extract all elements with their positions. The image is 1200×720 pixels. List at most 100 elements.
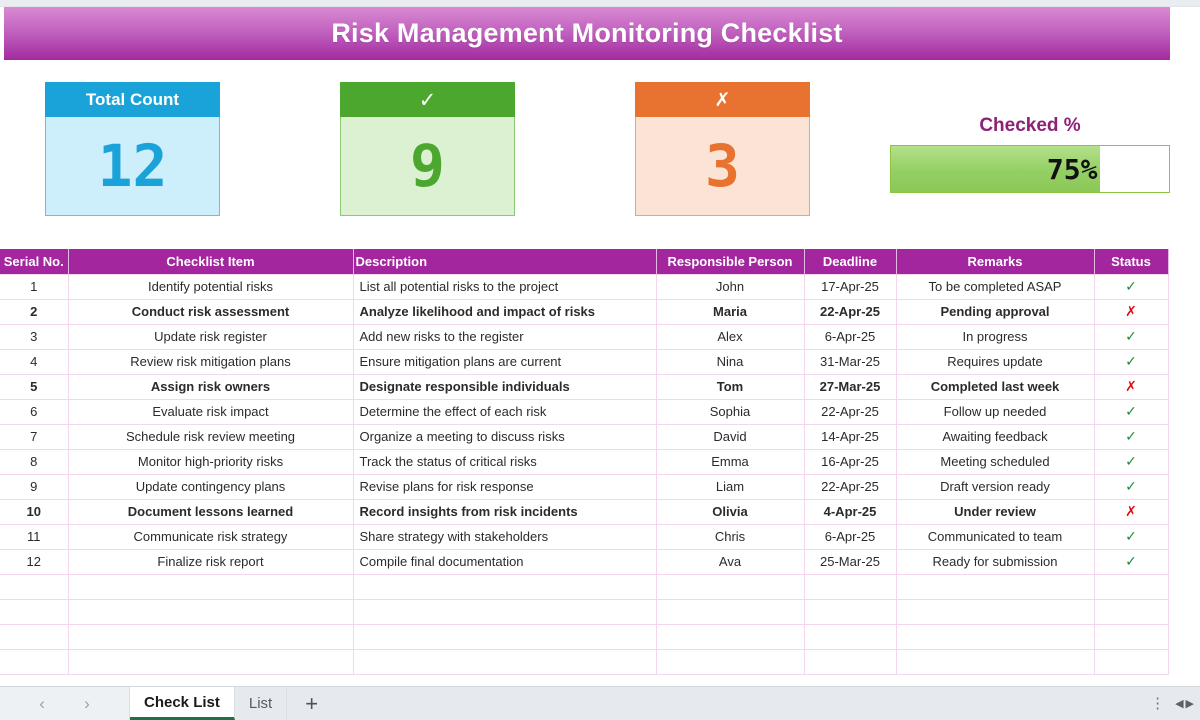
cell-remarks[interactable]: In progress <box>895 323 1095 350</box>
cell-checklist-item[interactable]: Update contingency plans <box>67 473 354 500</box>
table-row[interactable]: 12 Finalize risk report Compile final docu… <box>0 548 1169 575</box>
cell-checklist-item[interactable]: Monitor high-priority risks <box>67 448 354 475</box>
cell-remarks[interactable]: Requires update <box>895 348 1095 375</box>
cell-responsible-person-empty[interactable] <box>655 648 805 675</box>
cell-checklist-item[interactable]: Review risk mitigation plans <box>67 348 354 375</box>
cell-description[interactable]: Share strategy with stakeholders <box>352 523 657 550</box>
cell-remarks[interactable]: Ready for submission <box>895 548 1095 575</box>
cell-description[interactable]: Track the status of critical risks <box>352 448 657 475</box>
cell-checklist-item-empty[interactable] <box>67 598 354 625</box>
table-row[interactable]: 11 Communicate risk strategy Share strateg… <box>0 523 1169 550</box>
cell-description[interactable]: Add new risks to the register <box>352 323 657 350</box>
column-header-responsible-person[interactable]: Responsible Person <box>655 249 805 274</box>
cell-deadline[interactable]: 31-Mar-25 <box>803 348 897 375</box>
cell-deadline-empty[interactable] <box>803 573 897 600</box>
sheet-tab-check-list[interactable]: Check List <box>130 687 235 720</box>
cell-serial-no[interactable]: 5 <box>0 373 69 400</box>
cell-serial-no[interactable]: 4 <box>0 348 69 375</box>
cell-checklist-item[interactable]: Finalize risk report <box>67 548 354 575</box>
cell-status[interactable]: ✓ <box>1093 548 1169 575</box>
cell-serial-no-empty[interactable] <box>0 598 69 625</box>
cell-deadline[interactable]: 27-Mar-25 <box>803 373 897 400</box>
cell-responsible-person[interactable]: Emma <box>655 448 805 475</box>
cell-remarks[interactable]: Meeting scheduled <box>895 448 1095 475</box>
cell-status[interactable]: ✓ <box>1093 448 1169 475</box>
cell-remarks[interactable]: Under review <box>895 498 1095 525</box>
cell-status-empty[interactable] <box>1093 648 1169 675</box>
scroll-right-icon[interactable]: ▶ <box>1186 697 1194 710</box>
cell-deadline[interactable]: 6-Apr-25 <box>803 523 897 550</box>
column-header-serial-no[interactable]: Serial No. <box>0 249 69 274</box>
table-row[interactable]: 1 Identify potential risks List all potent… <box>0 273 1169 300</box>
cell-status-empty[interactable] <box>1093 623 1169 650</box>
cell-status-empty[interactable] <box>1093 598 1169 625</box>
cell-deadline[interactable]: 17-Apr-25 <box>803 273 897 300</box>
cell-description[interactable]: Revise plans for risk response <box>352 473 657 500</box>
cell-deadline[interactable]: 22-Apr-25 <box>803 473 897 500</box>
cell-responsible-person[interactable]: Olivia <box>655 498 805 525</box>
cell-deadline[interactable]: 22-Apr-25 <box>803 398 897 425</box>
cell-responsible-person-empty[interactable] <box>655 598 805 625</box>
cell-deadline-empty[interactable] <box>803 598 897 625</box>
cell-remarks[interactable]: Follow up needed <box>895 398 1095 425</box>
cell-checklist-item[interactable]: Identify potential risks <box>67 273 354 300</box>
table-row-empty[interactable] <box>0 623 1169 650</box>
cell-status[interactable]: ✓ <box>1093 423 1169 450</box>
sheet-prev-arrow-icon[interactable]: ‹ <box>39 694 45 714</box>
cell-checklist-item[interactable]: Evaluate risk impact <box>67 398 354 425</box>
cell-serial-no[interactable]: 8 <box>0 448 69 475</box>
cell-remarks-empty[interactable] <box>895 623 1095 650</box>
cell-responsible-person[interactable]: Tom <box>655 373 805 400</box>
cell-status[interactable]: ✗ <box>1093 498 1169 525</box>
table-row[interactable]: 6 Evaluate risk impact Determine the effec… <box>0 398 1169 425</box>
cell-remarks[interactable]: Awaiting feedback <box>895 423 1095 450</box>
cell-deadline-empty[interactable] <box>803 623 897 650</box>
table-row-empty[interactable] <box>0 648 1169 675</box>
cell-checklist-item[interactable]: Document lessons learned <box>67 498 354 525</box>
cell-description[interactable]: Determine the effect of each risk <box>352 398 657 425</box>
cell-description[interactable]: Analyze likelihood and impact of risks <box>352 298 657 325</box>
cell-status[interactable]: ✓ <box>1093 348 1169 375</box>
cell-description[interactable]: Record insights from risk incidents <box>352 498 657 525</box>
cell-deadline[interactable]: 14-Apr-25 <box>803 423 897 450</box>
cell-remarks[interactable]: Completed last week <box>895 373 1095 400</box>
cell-checklist-item[interactable]: Schedule risk review meeting <box>67 423 354 450</box>
cell-responsible-person[interactable]: Sophia <box>655 398 805 425</box>
cell-responsible-person[interactable]: John <box>655 273 805 300</box>
cell-deadline[interactable]: 6-Apr-25 <box>803 323 897 350</box>
cell-description[interactable]: Ensure mitigation plans are current <box>352 348 657 375</box>
sheet-next-arrow-icon[interactable]: › <box>84 694 90 714</box>
cell-serial-no[interactable]: 1 <box>0 273 69 300</box>
table-row[interactable]: 10 Document lessons learned Record insight… <box>0 498 1169 525</box>
cell-deadline[interactable]: 25-Mar-25 <box>803 548 897 575</box>
cell-serial-no-empty[interactable] <box>0 623 69 650</box>
cell-status[interactable]: ✓ <box>1093 273 1169 300</box>
cell-serial-no-empty[interactable] <box>0 648 69 675</box>
cell-checklist-item[interactable]: Communicate risk strategy <box>67 523 354 550</box>
table-row[interactable]: 4 Review risk mitigation plans Ensure miti… <box>0 348 1169 375</box>
sheet-tab-list[interactable]: List <box>235 687 288 720</box>
cell-responsible-person[interactable]: Alex <box>655 323 805 350</box>
cell-description[interactable]: Organize a meeting to discuss risks <box>352 423 657 450</box>
cell-description-empty[interactable] <box>352 623 657 650</box>
cell-checklist-item-empty[interactable] <box>67 623 354 650</box>
sheet-nav-arrows[interactable]: ‹ › <box>0 687 130 720</box>
cell-description[interactable]: List all potential risks to the project <box>352 273 657 300</box>
cell-responsible-person-empty[interactable] <box>655 623 805 650</box>
cell-description[interactable]: Designate responsible individuals <box>352 373 657 400</box>
table-row-empty[interactable] <box>0 598 1169 625</box>
cell-serial-no[interactable]: 6 <box>0 398 69 425</box>
cell-remarks-empty[interactable] <box>895 573 1095 600</box>
horizontal-scroll-arrows[interactable]: ◀ ▶ <box>1175 697 1194 710</box>
cell-responsible-person-empty[interactable] <box>655 573 805 600</box>
cell-status[interactable]: ✓ <box>1093 398 1169 425</box>
cell-description[interactable]: Compile final documentation <box>352 548 657 575</box>
cell-checklist-item-empty[interactable] <box>67 648 354 675</box>
cell-status[interactable]: ✓ <box>1093 473 1169 500</box>
cell-deadline-empty[interactable] <box>803 648 897 675</box>
column-header-remarks[interactable]: Remarks <box>895 249 1095 274</box>
table-row[interactable]: 5 Assign risk owners Designate responsible… <box>0 373 1169 400</box>
column-header-description[interactable]: Description <box>352 249 657 274</box>
cell-remarks[interactable]: To be completed ASAP <box>895 273 1095 300</box>
cell-serial-no[interactable]: 10 <box>0 498 69 525</box>
